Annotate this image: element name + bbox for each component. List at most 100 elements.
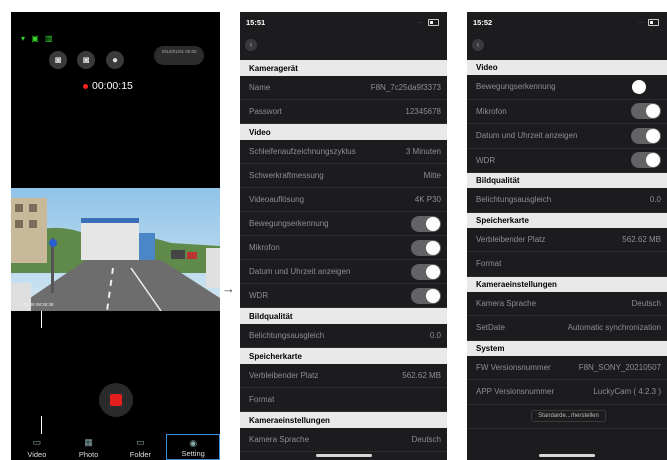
microphone-button[interactable]: ● (106, 51, 124, 69)
setting-value: LuckyCam ( 4.2.3 ) (593, 387, 661, 397)
settings-screen-1: 15:51 ··· ‹ Kameragerät Name F8N_7c25da9f3… (240, 12, 447, 460)
pointer-line (41, 416, 42, 434)
setting-row-kamera-sprache[interactable]: Kamera Sprache Deutsch (467, 292, 667, 316)
section-header: Speicherkarte (467, 212, 667, 228)
section-header: Kameraeinstellungen (467, 276, 667, 292)
setting-row-format[interactable]: Format (240, 388, 447, 412)
setting-value: F8N_SONY_20210507 (578, 362, 661, 372)
tab-setting[interactable]: ◉ Setting (166, 434, 220, 460)
camera-icon: ◙ (54, 54, 62, 66)
tab-folder[interactable]: ▭ Folder (115, 434, 167, 460)
setting-row-mikrofon[interactable]: Mikrofon (240, 236, 447, 260)
setting-row-verbleibender-platz[interactable]: Verbleibender Platz 562.62 MB (467, 228, 667, 252)
toggle-switch[interactable] (411, 263, 441, 280)
section-header: System (467, 340, 667, 356)
recording-time: 00:00:15 (92, 80, 133, 92)
setting-row-schwerkraftmessung[interactable]: Schwerkraftmessung Mitte (240, 164, 447, 188)
snapshot-button[interactable]: ◙ (49, 51, 67, 69)
setting-label: Passwort (249, 107, 282, 116)
battery-icon (428, 19, 439, 26)
setting-label: Mikrofon (476, 106, 507, 116)
settings-screen-2: 15:52 ··· ‹ Video Bewegungserkennung Mikro… (467, 12, 667, 460)
setting-row-format[interactable]: Format (467, 252, 667, 277)
chevron-left-icon: ‹ (249, 40, 253, 49)
battery-icon (648, 19, 659, 26)
setting-value: 562.62 MB (402, 371, 441, 380)
status-icons: ▾ ▣ ▥ (21, 34, 55, 43)
section-header: Video (240, 124, 447, 140)
setting-row-belichtungsausgleich[interactable]: Belichtungsausgleich 0.0 (467, 188, 667, 213)
back-button[interactable]: ‹ (472, 39, 484, 51)
tab-photo[interactable]: ▦ Photo (63, 434, 115, 460)
setting-value: F8N_7c25da9f3373 (370, 83, 441, 92)
tab-video[interactable]: ▭ Video (11, 434, 63, 460)
setting-value: 0.0 (649, 195, 661, 205)
setting-label: Videoauflösung (249, 195, 305, 204)
folder-icon: ▭ (136, 437, 145, 447)
home-indicator (315, 454, 372, 457)
setting-value: 12345678 (405, 107, 441, 116)
pointer-line (41, 311, 42, 328)
setting-label: Schleifenaufzeichnungszyklus (249, 147, 356, 156)
setting-row-wdr[interactable]: WDR (240, 284, 447, 308)
toggle-switch[interactable] (411, 215, 441, 232)
toggle-switch[interactable] (411, 287, 441, 304)
toggle-switch[interactable] (631, 127, 661, 144)
setting-row-bewegungserkennung[interactable]: Bewegungserkennung (467, 75, 667, 100)
toggle-switch[interactable] (631, 103, 661, 120)
recording-timer: 00:00:15 (83, 80, 133, 92)
setting-label: Kamera Sprache (476, 298, 537, 308)
section-title: System (476, 343, 505, 353)
setting-row-setdate[interactable]: SetDate Automatic synchronization (467, 316, 667, 341)
record-button[interactable] (99, 383, 133, 417)
setting-label: Verbleibender Platz (249, 371, 319, 380)
camera-icon: ◙ (82, 54, 90, 66)
setting-row-datum-und-uhrzeit-anzeigen[interactable]: Datum und Uhrzeit anzeigen (240, 260, 447, 284)
photo-button[interactable]: ◙ (77, 51, 95, 69)
reset-button-label: Standarde...rherstellen (531, 410, 606, 423)
setting-label: FW Versionsnummer (476, 362, 551, 372)
setting-label: Datum und Uhrzeit anzeigen (249, 267, 351, 276)
section-header: Bildqualität (240, 308, 447, 324)
section-title: Kameragerät (249, 63, 298, 73)
setting-row-kamera-sprache[interactable]: Kamera Sprache Deutsch (240, 428, 447, 452)
video-timestamp: FL 25/08 08:38:38 (17, 302, 54, 307)
setting-row-schleifenaufzeichnungszyklus[interactable]: Schleifenaufzeichnungszyklus 3 Minuten (240, 140, 447, 164)
toggle-switch[interactable] (631, 78, 661, 95)
setting-row-name[interactable]: Name F8N_7c25da9f3373 (240, 76, 447, 100)
setting-row-mikrofon[interactable]: Mikrofon (467, 100, 667, 124)
setting-row-app-versionsnummer[interactable]: APP Versionsnummer LuckyCam ( 4.2.3 ) (467, 380, 667, 405)
chevron-left-icon: ‹ (476, 40, 480, 49)
setting-row-bewegungserkennung[interactable]: Bewegungserkennung (240, 212, 447, 236)
section-title: Speicherkarte (249, 351, 302, 361)
back-button[interactable]: ‹ (245, 39, 257, 51)
status-bar-right: ··· (637, 19, 659, 26)
setting-row-wdr[interactable]: WDR (467, 149, 667, 173)
toggle-switch[interactable] (631, 152, 661, 169)
toggle-switch[interactable] (411, 239, 441, 256)
reset-button[interactable]: Standarde...rherstellen (467, 405, 667, 429)
section-header: Speicherkarte (240, 348, 447, 364)
video-preview[interactable]: FL 25/08 08:38:38 (11, 188, 220, 311)
setting-label: Mikrofon (249, 243, 280, 252)
setting-value: Deutsch (411, 435, 441, 444)
setting-row-videoauflosung[interactable]: Videoauflösung 4K P30 (240, 188, 447, 212)
setting-row-fw-versionsnummer[interactable]: FW Versionsnummer F8N_SONY_20210507 (467, 356, 667, 380)
toggle-knob (426, 264, 440, 279)
section-header: Video (467, 60, 667, 75)
setting-row-belichtungsausgleich[interactable]: Belichtungsausgleich 0.0 (240, 324, 447, 348)
setting-label: WDR (476, 155, 496, 165)
setting-row-datum-und-uhrzeit-anzeigen[interactable]: Datum und Uhrzeit anzeigen (467, 124, 667, 149)
setting-label: APP Versionsnummer (476, 387, 555, 397)
setting-label: Belichtungsausgleich (476, 195, 552, 205)
section-header: Kameragerät (240, 60, 447, 76)
setting-label: Verbleibender Platz (476, 234, 546, 244)
microphone-icon: ● (111, 54, 119, 66)
section-title: Video (249, 127, 271, 137)
setting-row-verbleibender-platz[interactable]: Verbleibender Platz 562.62 MB (240, 364, 447, 388)
setting-value: Deutsch (631, 298, 661, 308)
setting-row-passwort[interactable]: Passwort 12345678 (240, 100, 447, 124)
setting-label: Format (476, 259, 502, 269)
photo-icon: ▦ (84, 437, 93, 447)
road-scene-image (11, 188, 220, 311)
